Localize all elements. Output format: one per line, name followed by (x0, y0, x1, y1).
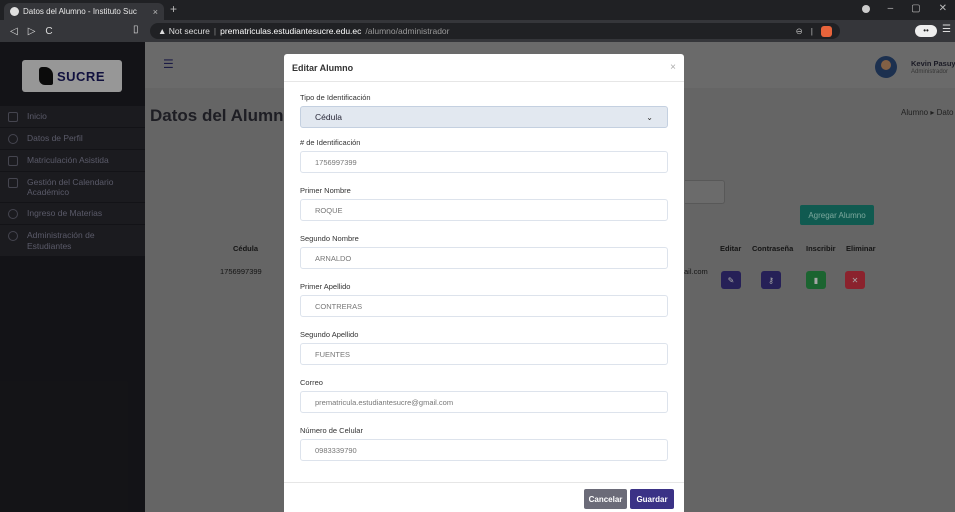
tab-close-icon[interactable]: × (153, 7, 158, 17)
favicon-icon (10, 7, 19, 16)
id-type-value: Cédula (315, 112, 342, 122)
url-domain: prematriculas.estudiantesucre.edu.ec (220, 26, 362, 36)
id-number-label: # de Identificación (300, 138, 361, 147)
new-tab-button[interactable]: + (170, 2, 177, 16)
url-separator: | (213, 26, 217, 36)
window-controls: – ▢ ✕ (861, 3, 947, 14)
forward-icon[interactable]: ▷ (28, 26, 36, 37)
browser-menu-icon[interactable]: ☰ (942, 24, 951, 35)
chevron-down-icon: ⌄ (646, 112, 653, 122)
first-surname-field[interactable]: CONTRERAS (300, 295, 668, 317)
nav-controls: ◁ ▷ C (0, 26, 150, 37)
id-number-field[interactable]: 1756997399 (300, 151, 668, 173)
extension-icon[interactable]: •• (915, 25, 937, 37)
cancel-button[interactable]: Cancelar (584, 489, 627, 509)
second-surname-label: Segundo Apellido (300, 330, 359, 339)
close-icon[interactable]: × (670, 62, 676, 73)
omnibox-icons: ⊖ | (796, 25, 832, 37)
tab-title: Datos del Alumno - Instituto Suc (23, 7, 137, 16)
email-label: Correo (300, 378, 323, 387)
address-bar: ◁ ▷ C ▯ ▲ Not secure | prematriculas.est… (0, 20, 955, 42)
phone-field[interactable]: 0983339790 (300, 439, 668, 461)
first-name-field[interactable]: ROQUE (300, 199, 668, 221)
brave-shield-icon[interactable] (821, 25, 832, 37)
browser-tab-strip: Datos del Alumno - Instituto Suc × + – ▢… (0, 0, 955, 20)
first-name-label: Primer Nombre (300, 186, 351, 195)
bookmark-icon[interactable]: ▯ (133, 24, 139, 35)
first-surname-label: Primer Apellido (300, 282, 351, 291)
phone-label: Número de Celular (300, 426, 363, 435)
not-secure-label[interactable]: ▲ Not secure (158, 26, 210, 36)
url-field[interactable]: ▲ Not secure | prematriculas.estudiantes… (150, 23, 840, 39)
record-icon[interactable] (861, 5, 870, 13)
id-type-select[interactable]: Cédula ⌄ (300, 106, 668, 128)
url-path: /alumno/administrador (365, 26, 450, 36)
browser-tab[interactable]: Datos del Alumno - Instituto Suc × (4, 3, 164, 20)
zoom-icon[interactable]: ⊖ (796, 26, 803, 37)
save-button[interactable]: Guardar (630, 489, 674, 509)
maximize-icon[interactable]: ▢ (911, 3, 920, 14)
second-name-label: Segundo Nombre (300, 234, 359, 243)
email-field[interactable]: prematricula.estudiantesucre@gmail.com (300, 391, 668, 413)
id-type-label: Tipo de Identificación (300, 93, 371, 102)
reload-icon[interactable]: C (45, 26, 52, 37)
back-icon[interactable]: ◁ (10, 26, 18, 37)
modal-header: Editar Alumno × (284, 54, 684, 82)
modal-title: Editar Alumno (292, 62, 354, 73)
second-surname-field[interactable]: FUENTES (300, 343, 668, 365)
second-name-field[interactable]: ARNALDO (300, 247, 668, 269)
separator: | (810, 25, 813, 36)
close-window-icon[interactable]: ✕ (939, 3, 947, 14)
edit-student-modal: Editar Alumno × Tipo de Identificación C… (284, 54, 684, 512)
minimize-icon[interactable]: – (888, 3, 894, 14)
